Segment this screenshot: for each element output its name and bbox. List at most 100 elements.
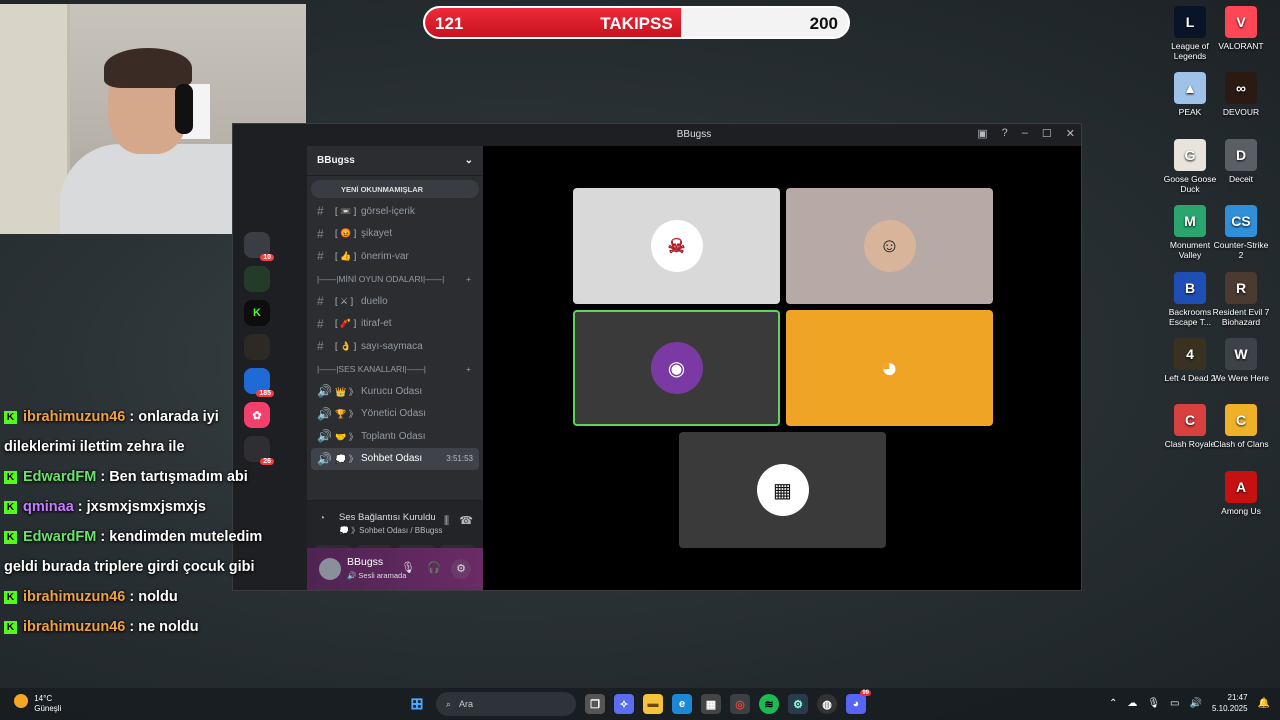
- unread-banner[interactable]: YENİ OKUNMAMIŞLAR: [311, 180, 479, 198]
- participant-tile[interactable]: ☺: [786, 188, 993, 304]
- channel-sayi-saymaca[interactable]: # [ 👌 ] sayı-saymaca: [307, 335, 483, 358]
- monument-valley-icon: M: [1174, 205, 1206, 237]
- gear-icon[interactable]: ⚙: [451, 559, 471, 579]
- help-icon[interactable]: ?: [1002, 127, 1008, 140]
- voice-status[interactable]: Ses Bağlantısı Kuruldu: [339, 512, 436, 523]
- microphone-icon[interactable]: 🎙: [401, 561, 415, 574]
- search-box[interactable]: ⌕ Ara: [436, 692, 576, 716]
- voice-channel-kurucu[interactable]: 🔊 👑 》 Kurucu Odası: [307, 380, 483, 403]
- channel-gorsel-icerik[interactable]: # [ 📼 ] görsel-içerik: [307, 200, 483, 223]
- chat-username[interactable]: qminaa: [23, 499, 74, 515]
- desktop-icon[interactable]: CS Counter-Strike 2: [1211, 205, 1271, 260]
- speaker-icon: 🔊: [317, 384, 332, 399]
- hash-icon: #: [317, 249, 324, 264]
- tray-app-icon[interactable]: ☁: [1127, 698, 1137, 709]
- desktop-icon-label: Deceit: [1228, 174, 1254, 184]
- kick-badge-icon: K: [4, 411, 17, 424]
- desktop-icon[interactable]: ∞ DEVOUR: [1211, 72, 1271, 117]
- category-mini-games[interactable]: |——|MİNİ OYUN ODALARI|——| +: [307, 268, 483, 291]
- disconnect-icon[interactable]: ☎: [459, 514, 473, 527]
- desktop-icon[interactable]: W We Were Here: [1211, 338, 1271, 383]
- server-header[interactable]: BBugss ⌄: [307, 146, 483, 176]
- participant-tile-speaking[interactable]: ◉: [573, 310, 780, 426]
- window-titlebar[interactable]: BBugss ▣ ? – ☐ ✕: [307, 124, 1081, 146]
- server-icon[interactable]: [244, 266, 270, 292]
- chevron-down-icon[interactable]: ⌄: [465, 155, 473, 166]
- hash-icon: #: [317, 226, 324, 241]
- desktop-icon-label: Counter-Strike 2: [1213, 240, 1269, 260]
- edge-icon[interactable]: e: [672, 694, 692, 714]
- chat-username[interactable]: ibrahimuzun46: [23, 619, 125, 635]
- server-icon[interactable]: [244, 334, 270, 360]
- add-channel-icon[interactable]: +: [466, 274, 471, 284]
- desktop-icon[interactable]: V VALORANT: [1211, 6, 1271, 51]
- file-explorer-icon[interactable]: ▬: [643, 694, 663, 714]
- chat-username[interactable]: EdwardFM: [23, 469, 96, 485]
- chat-username[interactable]: ibrahimuzun46: [23, 589, 125, 605]
- chat-username[interactable]: ibrahimuzun46: [23, 409, 125, 425]
- participant-tile[interactable]: ▦: [679, 432, 886, 548]
- channel-duello[interactable]: # [ ⚔ ] duello: [307, 290, 483, 313]
- maximize-icon[interactable]: ☐: [1042, 127, 1052, 140]
- microphone-tray-icon[interactable]: 🎙: [1147, 698, 1160, 709]
- desktop-icon[interactable]: C Clash of Clans: [1211, 404, 1271, 449]
- noise-suppression-icon[interactable]: ⫼: [444, 515, 449, 528]
- add-channel-icon[interactable]: +: [466, 364, 471, 374]
- server-name: BBugss: [317, 155, 355, 166]
- discord-taskbar-icon[interactable]: ◕ 99: [846, 690, 871, 714]
- participant-tile[interactable]: ◕: [786, 310, 993, 426]
- server-icon[interactable]: 185: [244, 368, 274, 397]
- goose-goose-duck-icon: G: [1174, 139, 1206, 171]
- voice-channel-yonetici[interactable]: 🔊 🏆 》 Yönetici Odası: [307, 403, 483, 426]
- voice-channel-toplanti[interactable]: 🔊 🤝 》 Toplantı Odası: [307, 425, 483, 448]
- voice-channel-sohbet[interactable]: 🔊 💭 》 Sohbet Odası 3:51:53: [311, 447, 479, 470]
- hash-icon: #: [317, 294, 324, 309]
- discord-window[interactable]: BBugss ▣ ? – ☐ ✕ 10 K 185 ✿ 26 BBugss ⌄ …: [232, 123, 1082, 591]
- channel-emoji: [ ⚔ ]: [335, 295, 354, 306]
- headphones-icon[interactable]: 🎧: [427, 561, 441, 574]
- inbox-icon[interactable]: ▣: [977, 127, 987, 140]
- server-badge: 185: [256, 390, 274, 397]
- channel-itiraf-et[interactable]: # [ 🧨 ] itiraf-et: [307, 313, 483, 336]
- channel-name: görsel-içerik: [361, 205, 415, 217]
- desktop-icon[interactable]: R Resident Evil 7 Biohazard: [1211, 272, 1271, 327]
- participant-avatar: ☺: [863, 220, 916, 272]
- chrome-icon[interactable]: ◎: [730, 694, 750, 714]
- hash-icon: #: [317, 204, 324, 219]
- discord-logo-icon: ◕: [881, 352, 898, 383]
- user-name[interactable]: BBugss: [347, 556, 383, 568]
- server-icon[interactable]: 10: [244, 232, 274, 261]
- clock[interactable]: 21:47 5.10.2025: [1212, 692, 1248, 714]
- channel-onerim-var[interactable]: # [ 👍 ] önerim-var: [307, 245, 483, 268]
- close-icon[interactable]: ✕: [1066, 127, 1075, 140]
- copilot-icon[interactable]: ✧: [614, 694, 634, 714]
- task-view-icon[interactable]: ❐: [585, 694, 605, 714]
- valorant-icon: V: [1225, 6, 1257, 38]
- chevron-up-icon[interactable]: ⌃: [1109, 698, 1117, 709]
- chat-message: Kqminaa : jxsmxjsmxjsmxjs: [4, 492, 294, 522]
- obs-icon[interactable]: ◍: [817, 694, 837, 714]
- store-icon[interactable]: ▦: [701, 694, 721, 714]
- clock-time: 21:47: [1227, 693, 1248, 702]
- desktop-icon[interactable]: D Deceit: [1211, 139, 1271, 184]
- participant-avatar: ◉: [650, 342, 703, 394]
- minimize-icon[interactable]: –: [1022, 127, 1028, 140]
- windows-start-icon[interactable]: ⊞: [407, 694, 427, 714]
- voice-location[interactable]: 💭 》Sohbet Odası / BBugss: [339, 525, 442, 536]
- steam-icon[interactable]: ⚙: [788, 694, 808, 714]
- spotify-icon[interactable]: ≋: [759, 694, 779, 714]
- desktop-icon[interactable]: A Among Us: [1211, 471, 1271, 516]
- category-voice[interactable]: |——|SES KANALLARI|——| +: [307, 358, 483, 381]
- follower-goal-bar: 121 TAKIPSS 200: [423, 6, 850, 39]
- chat-username[interactable]: EdwardFM: [23, 529, 96, 545]
- weather-widget[interactable]: 14°C Güneşli: [14, 694, 61, 714]
- avatar[interactable]: [319, 558, 341, 580]
- kick-server-icon[interactable]: K: [244, 300, 270, 326]
- devour-icon: ∞: [1225, 72, 1257, 104]
- display-icon[interactable]: ▭: [1170, 698, 1179, 709]
- notifications-icon[interactable]: 🔔: [1258, 698, 1270, 709]
- voice-stage: ☠ ☺ ◉ ◕ ▦: [483, 146, 1081, 590]
- volume-icon[interactable]: 🔊: [1190, 698, 1202, 709]
- participant-tile[interactable]: ☠: [573, 188, 780, 304]
- channel-sikayet[interactable]: # [ 😡 ] şikayet: [307, 223, 483, 246]
